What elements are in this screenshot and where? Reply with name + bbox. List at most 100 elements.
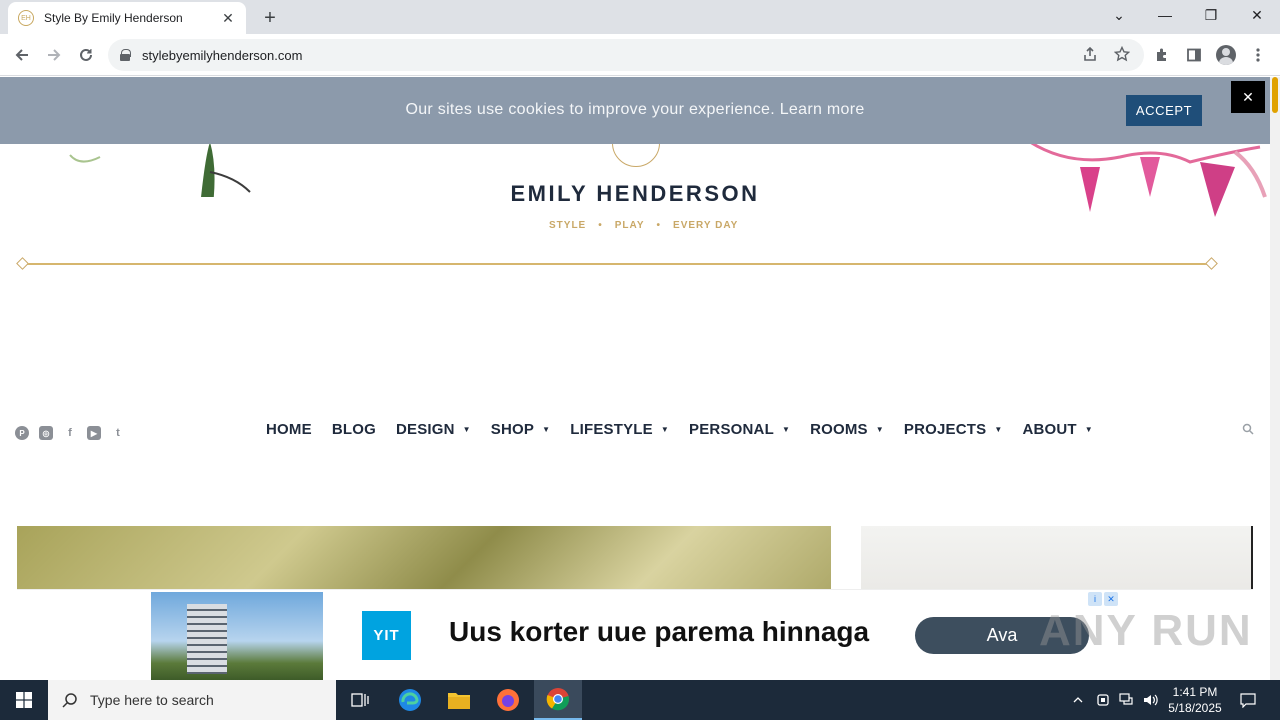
forward-button[interactable]: [41, 42, 67, 68]
reload-button[interactable]: [73, 42, 99, 68]
page-scrollbar[interactable]: [1270, 77, 1280, 680]
caret-down-icon: ▼: [542, 425, 551, 434]
tagline-word: EVERY DAY: [673, 220, 739, 231]
ad-info-icon[interactable]: i: [1088, 592, 1102, 606]
firefox-app[interactable]: [484, 680, 532, 720]
facebook-icon[interactable]: f: [63, 426, 77, 440]
cookie-close-button[interactable]: ✕: [1231, 81, 1265, 113]
cookie-accept-button[interactable]: ACCEPT: [1126, 95, 1202, 126]
search-icon: [62, 693, 77, 708]
tagline-word: PLAY: [614, 220, 645, 231]
windows-taskbar: Type here to search 1:41 PM 5/18/2025: [0, 680, 1280, 720]
tab-close-icon[interactable]: ✕: [220, 10, 236, 27]
divider-diamond-right: [1205, 257, 1218, 270]
site-search-icon[interactable]: [1242, 423, 1254, 435]
nav-item-lifestyle[interactable]: LIFESTYLE ▼: [570, 421, 669, 438]
close-window-button[interactable]: ✕: [1234, 0, 1280, 30]
site-logo-text[interactable]: EMILY HENDERSON: [0, 181, 1270, 207]
site-favicon-icon: EH: [18, 10, 34, 26]
nav-item-blog[interactable]: BLOG: [332, 421, 376, 438]
anyrun-watermark: ANY RUN: [1039, 606, 1253, 655]
system-clock[interactable]: 1:41 PM 5/18/2025: [1162, 684, 1228, 716]
caret-down-icon: ▼: [994, 425, 1003, 434]
nav-item-rooms[interactable]: ROOMS ▼: [810, 421, 884, 438]
nav-item-personal[interactable]: PERSONAL ▼: [689, 421, 790, 438]
forward-arrow-icon: [48, 49, 61, 61]
nav-item-projects[interactable]: PROJECTS ▼: [904, 421, 1003, 438]
cookie-message[interactable]: Our sites use cookies to improve your ex…: [0, 101, 1270, 119]
caret-down-icon: ▼: [1084, 425, 1093, 434]
share-icon[interactable]: [1080, 44, 1100, 64]
nav-label: ROOMS: [810, 421, 868, 438]
nav-label: PROJECTS: [903, 421, 987, 438]
extensions-puzzle-icon[interactable]: [1149, 42, 1175, 68]
search-placeholder: Type here to search: [90, 692, 214, 708]
tagline-separator: •: [656, 220, 662, 231]
taskbar-search-box[interactable]: Type here to search: [48, 680, 336, 720]
lock-icon: [120, 49, 131, 61]
url-text: stylebyemilyhenderson.com: [142, 47, 303, 63]
side-panel-icon[interactable]: [1181, 42, 1207, 68]
nav-label: ABOUT: [1022, 421, 1077, 438]
notification-icon: [1240, 693, 1256, 708]
tab-search-icon[interactable]: ⌄: [1096, 0, 1142, 30]
ad-photo: [151, 592, 323, 680]
edge-icon: [399, 689, 421, 711]
restore-button[interactable]: ❐: [1188, 0, 1234, 30]
nav-item-design[interactable]: DESIGN ▼: [396, 421, 471, 438]
sticky-ad-banner[interactable]: YIT Uus korter uue parema hinnaga Ava i …: [17, 589, 1253, 680]
address-bar[interactable]: stylebyemilyhenderson.com: [108, 39, 1144, 71]
browser-tab-strip: EH Style By Emily Henderson ✕ + ⌄ — ❐ ✕: [0, 0, 1280, 34]
folder-icon: [448, 693, 470, 709]
edge-app[interactable]: [386, 680, 434, 720]
start-button[interactable]: [0, 680, 48, 720]
back-button[interactable]: [9, 42, 35, 68]
profile-icon: [1216, 45, 1236, 65]
bookmark-star-icon[interactable]: [1112, 44, 1132, 64]
nav-label: HOME: [266, 421, 312, 438]
caret-down-icon: ▼: [660, 425, 669, 434]
chrome-app[interactable]: [534, 680, 582, 720]
ad-choices[interactable]: i ✕: [1088, 592, 1120, 606]
nav-label: LIFESTYLE: [570, 421, 653, 438]
clock-date: 5/18/2025: [1168, 701, 1222, 715]
pinterest-icon[interactable]: P: [15, 426, 29, 440]
chrome-menu-icon[interactable]: [1245, 42, 1271, 68]
nav-label: SHOP: [490, 421, 535, 438]
nav-item-shop[interactable]: SHOP ▼: [491, 421, 550, 438]
task-view-button[interactable]: [336, 680, 384, 720]
youtube-icon[interactable]: ▶: [87, 426, 101, 440]
chrome-icon: [546, 688, 570, 711]
firefox-icon: [497, 689, 519, 711]
new-tab-button[interactable]: +: [258, 6, 282, 30]
network-icon[interactable]: [1117, 680, 1137, 720]
file-explorer-app[interactable]: [435, 680, 483, 720]
task-view-icon: [351, 693, 369, 707]
instagram-icon[interactable]: ◎: [39, 426, 53, 440]
caret-down-icon: ▼: [462, 425, 471, 434]
minimize-button[interactable]: —: [1142, 0, 1188, 30]
header-divider: [22, 263, 1212, 265]
windows-logo-icon: [16, 692, 32, 708]
nav-item-about[interactable]: ABOUT ▼: [1022, 421, 1092, 438]
caret-down-icon: ▼: [781, 425, 791, 434]
volume-icon[interactable]: [1141, 680, 1161, 720]
twitter-icon[interactable]: t: [111, 426, 125, 440]
divider-diamond-left: [16, 257, 29, 270]
ad-building-image: [187, 604, 227, 674]
chevron-up-icon: [1073, 697, 1083, 703]
notification-center-button[interactable]: [1234, 680, 1262, 720]
show-hidden-icons-button[interactable]: [1068, 680, 1088, 720]
web-page: EMILY HENDERSON STYLE • PLAY • EVERY DAY…: [0, 77, 1270, 680]
tab-title: Style By Emily Henderson: [44, 11, 183, 25]
scrollbar-thumb[interactable]: [1272, 77, 1278, 113]
tagline-separator: •: [598, 220, 603, 231]
nav-label: PERSONAL: [689, 421, 774, 438]
nav-item-home[interactable]: HOME: [266, 421, 312, 438]
nav-label: DESIGN: [395, 421, 455, 438]
tray-app-icon[interactable]: [1093, 680, 1113, 720]
ad-close-icon[interactable]: ✕: [1104, 592, 1118, 606]
profile-avatar[interactable]: [1213, 42, 1239, 68]
cookie-banner: Our sites use cookies to improve your ex…: [0, 77, 1270, 144]
browser-tab[interactable]: EH Style By Emily Henderson ✕: [8, 2, 246, 34]
